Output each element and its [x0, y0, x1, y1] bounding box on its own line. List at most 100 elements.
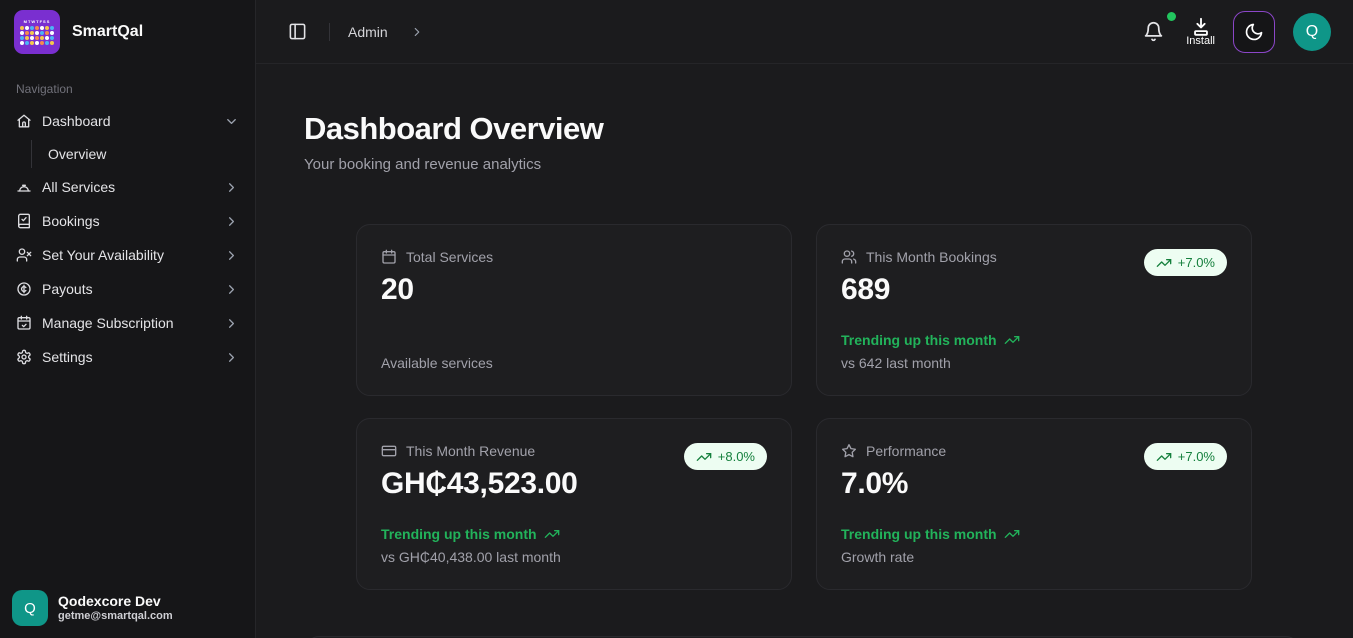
stat-card-total-services: Total Services 20 Available services — [356, 224, 792, 396]
topbar-actions: Install Q — [1139, 11, 1331, 53]
trending-up-icon — [1004, 332, 1020, 348]
sidebar-item-label: Manage Subscription — [42, 315, 214, 331]
trend-badge-value: +7.0% — [1178, 449, 1215, 464]
brand-header[interactable]: MTWTFSS SmartQal — [0, 0, 255, 64]
sidebar: MTWTFSS SmartQal Navigation Dashboard — [0, 0, 256, 638]
nav-section-label: Navigation — [0, 64, 255, 104]
sidebar-item-manage-subscription[interactable]: Manage Subscription — [8, 306, 247, 340]
chevron-down-icon — [224, 114, 239, 129]
trend-badge: +7.0% — [1144, 249, 1227, 276]
user-x-icon — [16, 247, 32, 263]
sidebar-item-label: Dashboard — [42, 113, 214, 129]
stat-card-footer: Trending up this month Growth rate — [841, 526, 1227, 565]
topbar: Admin Install — [256, 0, 1353, 64]
install-button-label: Install — [1186, 36, 1215, 47]
stat-card-label: Performance — [866, 443, 946, 459]
user-email: getme@smartqal.com — [58, 609, 173, 623]
user-name: Qodexcore Dev — [58, 593, 173, 609]
trend-badge: +7.0% — [1144, 443, 1227, 470]
stat-card-value: 689 — [841, 273, 1227, 307]
sidebar-item-overview[interactable]: Overview — [32, 138, 247, 170]
topbar-divider — [329, 23, 330, 41]
sidebar-item-label: Bookings — [42, 213, 214, 229]
users-icon — [841, 249, 857, 265]
bell-icon — [1143, 21, 1164, 42]
book-check-icon — [16, 213, 32, 229]
chevron-right-icon — [410, 25, 424, 39]
sidebar-item-dashboard[interactable]: Dashboard — [8, 104, 247, 138]
brand-name: SmartQal — [72, 23, 143, 41]
chevron-right-icon — [224, 282, 239, 297]
chevron-right-icon — [224, 248, 239, 263]
avatar: Q — [12, 590, 48, 626]
trending-up-icon — [1156, 255, 1172, 271]
trend-text: Trending up this month — [841, 526, 1227, 542]
sidebar-item-all-services[interactable]: All Services — [8, 170, 247, 204]
sidebar-user-menu[interactable]: Q Qodexcore Dev getme@smartqal.com — [0, 578, 255, 638]
theme-toggle-button[interactable] — [1233, 11, 1275, 53]
sidebar-item-bookings[interactable]: Bookings — [8, 204, 247, 238]
trending-up-icon — [544, 526, 560, 542]
trend-text: Trending up this month — [841, 332, 1227, 348]
stat-card-footnote: vs 642 last month — [841, 355, 1227, 371]
sidebar-nav: Dashboard Overview All Services — [0, 104, 255, 374]
services-bell-icon — [16, 179, 32, 195]
sidebar-toggle-button[interactable] — [284, 18, 311, 45]
logo-weekday-row: MTWTFSS — [24, 20, 51, 24]
coin-icon — [16, 281, 32, 297]
chevron-right-icon — [224, 180, 239, 195]
stats-grid: Total Services 20 Available services Thi… — [356, 224, 1252, 590]
stat-card-footer: Trending up this month vs 642 last month — [841, 332, 1227, 371]
trending-up-icon — [1156, 449, 1172, 465]
stat-card-label: This Month Bookings — [866, 249, 997, 265]
trending-up-icon — [1004, 526, 1020, 542]
notification-dot — [1167, 12, 1176, 21]
stat-card-footer: Trending up this month vs GH₵40,438.00 l… — [381, 526, 767, 565]
credit-card-icon — [381, 443, 397, 459]
stat-card-month-revenue: This Month Revenue +8.0% GH₵43,523.00 Tr… — [356, 418, 792, 590]
logo-dot-grid — [20, 26, 54, 45]
chevron-right-icon — [224, 350, 239, 365]
stat-card-label: Total Services — [406, 249, 493, 265]
sidebar-subnav: Overview — [8, 138, 247, 170]
breadcrumb[interactable]: Admin — [348, 24, 388, 40]
trend-text-label: Trending up this month — [381, 526, 537, 542]
stat-card-footer: Available services — [381, 348, 767, 371]
stat-card-footnote: Growth rate — [841, 549, 1227, 565]
stat-card-footnote: vs GH₵40,438.00 last month — [381, 549, 767, 565]
stat-card-value: 20 — [381, 273, 767, 307]
page-subtitle: Your booking and revenue analytics — [304, 156, 1305, 173]
sidebar-item-label: Settings — [42, 349, 214, 365]
sidebar-item-label: Set Your Availability — [42, 247, 214, 263]
sidebar-item-set-your-availability[interactable]: Set Your Availability — [8, 238, 247, 272]
sidebar-item-label: All Services — [42, 179, 214, 195]
stat-card-footnote: Available services — [381, 355, 767, 371]
calendar-sync-icon — [16, 315, 32, 331]
moon-icon — [1244, 22, 1264, 42]
trend-badge-value: +8.0% — [718, 449, 755, 464]
chevron-right-icon — [224, 316, 239, 331]
trend-text-label: Trending up this month — [841, 526, 997, 542]
star-icon — [841, 443, 857, 459]
trend-badge: +8.0% — [684, 443, 767, 470]
stat-card-label: This Month Revenue — [406, 443, 535, 459]
app-window: MTWTFSS SmartQal Navigation Dashboard — [0, 0, 1353, 638]
trend-text: Trending up this month — [381, 526, 767, 542]
page-header: Dashboard Overview Your booking and reve… — [256, 64, 1353, 173]
smartqal-logo-icon: MTWTFSS — [14, 10, 60, 54]
chevron-right-icon — [224, 214, 239, 229]
sidebar-item-settings[interactable]: Settings — [8, 340, 247, 374]
gear-icon — [16, 349, 32, 365]
install-app-button[interactable]: Install — [1186, 16, 1215, 47]
notifications-button[interactable] — [1139, 17, 1168, 46]
sidebar-item-label: Payouts — [42, 281, 214, 297]
user-avatar-button[interactable]: Q — [1293, 13, 1331, 51]
page-title: Dashboard Overview — [304, 111, 1305, 147]
stat-card-value: 7.0% — [841, 467, 1227, 501]
panel-left-icon — [288, 22, 307, 41]
home-icon — [16, 113, 32, 129]
sidebar-item-payouts[interactable]: Payouts — [8, 272, 247, 306]
sidebar-item-label: Overview — [48, 146, 106, 162]
trend-text-label: Trending up this month — [841, 332, 997, 348]
stat-card-month-bookings: This Month Bookings +7.0% 689 Trending u… — [816, 224, 1252, 396]
